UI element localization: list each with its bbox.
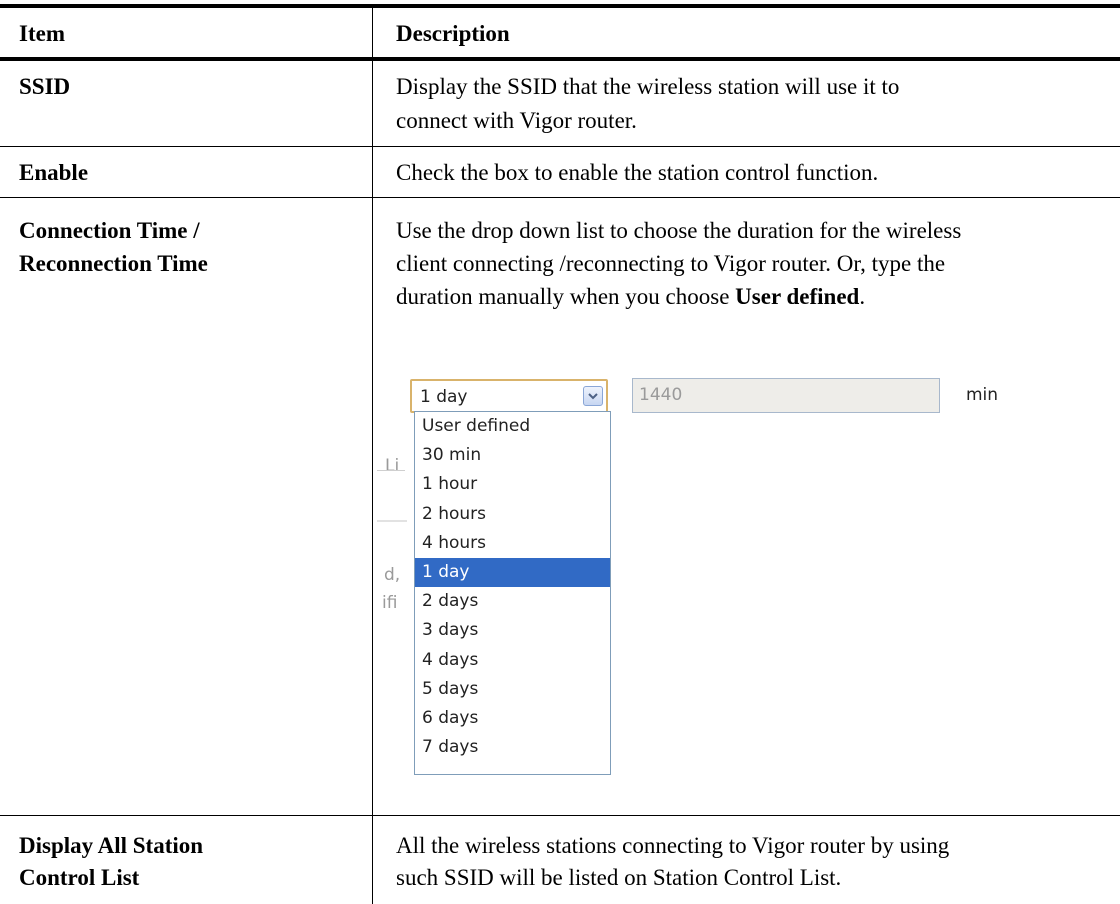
item-connection-time-line2: Reconnection Time <box>19 251 208 276</box>
header-description: Description <box>396 21 510 46</box>
option-4-hours[interactable]: 4 hours <box>415 529 610 558</box>
duration-minutes-input[interactable]: 1440 <box>632 378 940 413</box>
header-divider <box>0 57 1120 61</box>
option-4-days[interactable]: 4 days <box>415 646 610 675</box>
desc-line3-bold: User defined <box>735 284 860 309</box>
unit-label: min <box>966 385 999 405</box>
option-7-days[interactable]: 7 days <box>415 733 610 762</box>
table-top-border <box>0 4 1120 8</box>
option-2-hours[interactable]: 2 hours <box>415 500 610 529</box>
desc-display-all-line2: such SSID will be listed on Station Cont… <box>396 865 842 890</box>
desc-ssid-line1: Display the SSID that the wireless stati… <box>396 74 900 99</box>
option-30-min[interactable]: 30 min <box>415 441 610 470</box>
row-divider <box>0 815 1120 816</box>
duration-select-value: 1 day <box>420 387 468 407</box>
duration-select[interactable]: 1 day <box>410 379 608 413</box>
ghost-divider <box>377 470 405 471</box>
ghost-text: ifi <box>382 593 398 613</box>
duration-options-list[interactable]: User defined 30 min 1 hour 2 hours 4 hou… <box>414 411 611 775</box>
option-3-days[interactable]: 3 days <box>415 616 610 645</box>
desc-connection-line3: duration manually when you choose User d… <box>396 281 865 313</box>
option-6-days[interactable]: 6 days <box>415 704 610 733</box>
option-2-days[interactable]: 2 days <box>415 587 610 616</box>
chevron-down-icon[interactable] <box>583 386 603 406</box>
document-table: Item Description SSID Display the SSID t… <box>0 0 1120 904</box>
header-item: Item <box>19 21 65 46</box>
ghost-divider <box>377 520 407 522</box>
item-enable: Enable <box>19 160 89 185</box>
desc-connection-line1: Use the drop down list to choose the dur… <box>396 218 962 243</box>
ghost-text: Li <box>385 456 400 476</box>
option-5-days[interactable]: 5 days <box>415 675 610 704</box>
item-display-all-line1: Display All Station <box>19 833 204 858</box>
desc-display-all-line1: All the wireless stations connecting to … <box>396 833 950 858</box>
option-1-hour[interactable]: 1 hour <box>415 470 610 499</box>
row-divider <box>0 197 1120 198</box>
desc-line3-suffix: . <box>859 284 866 309</box>
option-user-defined[interactable]: User defined <box>415 412 610 441</box>
item-ssid: SSID <box>19 74 71 99</box>
option-1-day[interactable]: 1 day <box>415 557 610 588</box>
item-connection-time-line1: Connection Time / <box>19 218 200 243</box>
ghost-text: d, <box>384 565 401 585</box>
column-divider <box>372 8 373 904</box>
item-display-all-line2: Control List <box>19 865 140 890</box>
row-divider <box>0 146 1120 147</box>
desc-ssid-line2: connect with Vigor router. <box>396 108 637 133</box>
desc-connection-line2: client connecting /reconnecting to Vigor… <box>396 251 946 276</box>
desc-enable: Check the box to enable the station cont… <box>396 160 879 185</box>
desc-line3-prefix: duration manually when you choose <box>396 284 736 309</box>
